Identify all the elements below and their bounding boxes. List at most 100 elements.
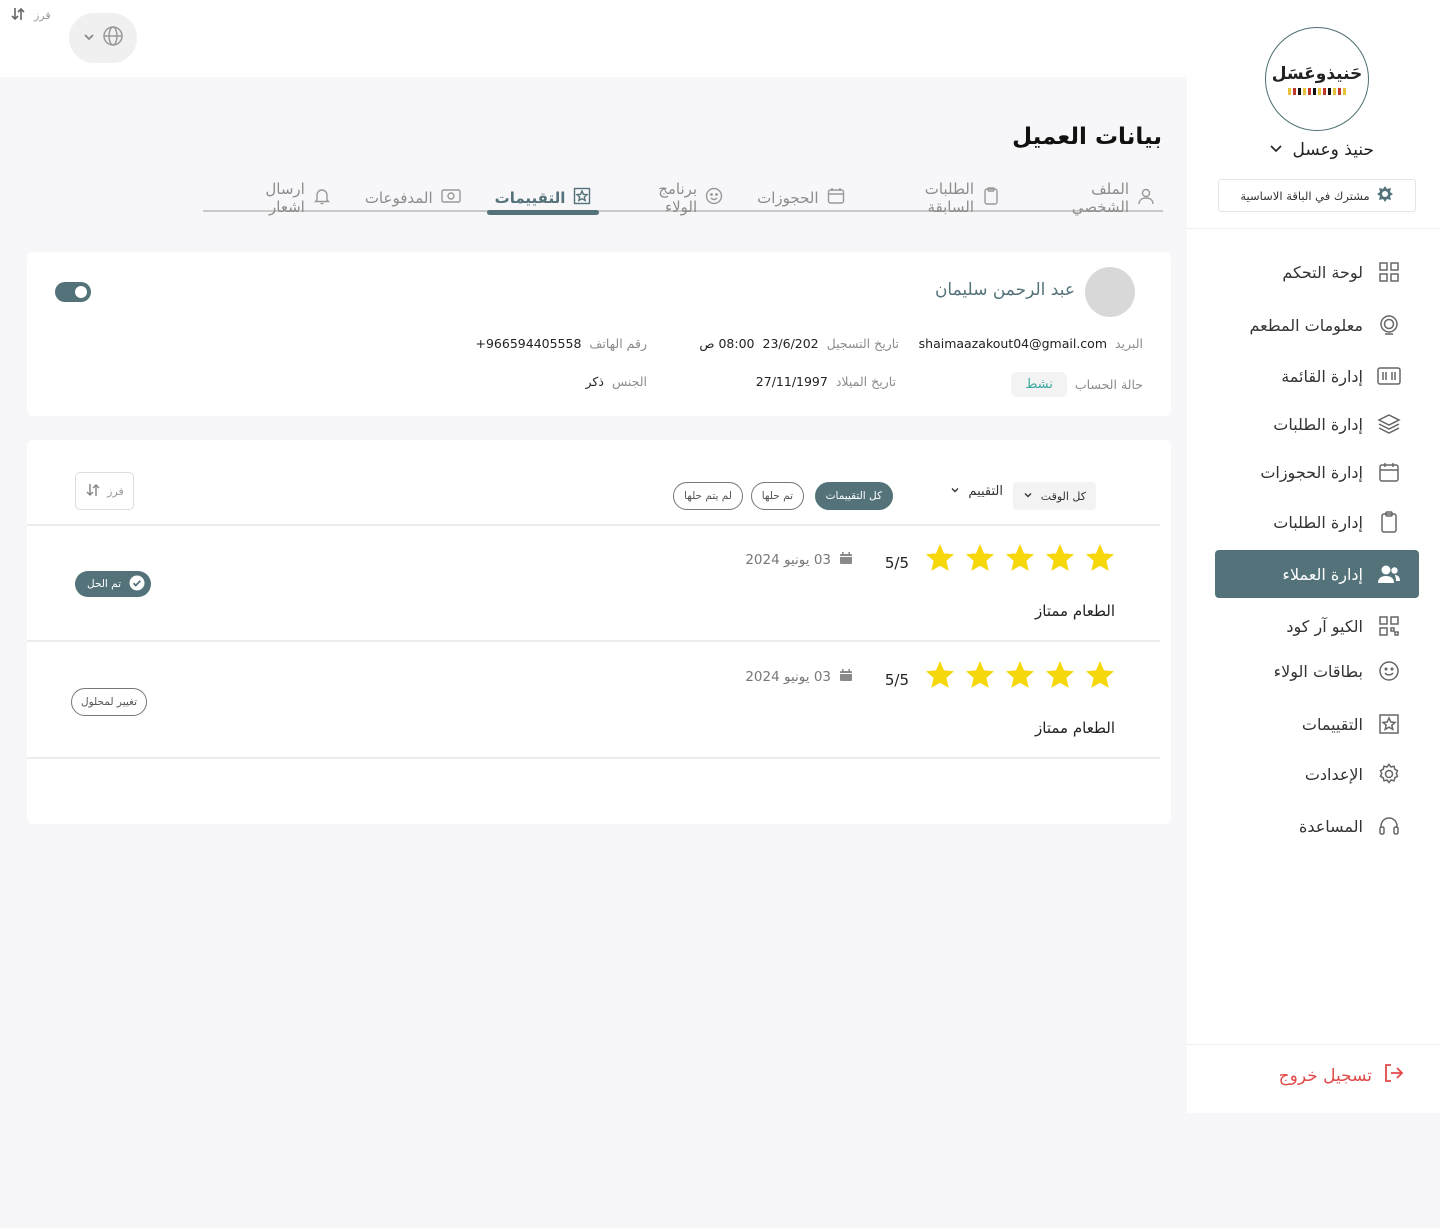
chip-unresolved[interactable]: لم يتم حلها bbox=[673, 482, 743, 510]
chevron-down-icon bbox=[82, 29, 96, 48]
star-icon bbox=[1046, 544, 1074, 571]
gender-info: الجنس ذكر bbox=[586, 374, 647, 389]
registration-info: تاريخ التسجيل 23/6/202 08:00 ص bbox=[699, 336, 899, 351]
star-frame-icon bbox=[1377, 712, 1401, 736]
clipboard-icon bbox=[1377, 510, 1401, 534]
email-value: shaimaazakout04@gmail.com bbox=[918, 336, 1107, 351]
calendar-icon bbox=[827, 187, 845, 209]
tab-profile[interactable]: الملف الشخصي bbox=[1026, 178, 1163, 216]
sidebar: حَنيذوعَسَل حنيذ وعسل مشترك في الباقة ال… bbox=[1187, 0, 1440, 1113]
sidebar-item-requests[interactable]: إدارة الطلبات bbox=[1215, 498, 1419, 546]
sidebar-item-label: إدارة القائمة bbox=[1281, 366, 1363, 386]
email-info: البريد shaimaazakout04@gmail.com bbox=[919, 336, 1143, 351]
star-icon bbox=[1006, 661, 1034, 688]
sidebar-item-customers[interactable]: إدارة العملاء bbox=[1215, 550, 1419, 598]
star-icon bbox=[966, 544, 994, 571]
chevron-down-icon bbox=[950, 484, 960, 499]
review-text: الطعام ممتاز bbox=[1035, 602, 1115, 620]
sidebar-item-qr[interactable]: الكيو آر كود bbox=[1215, 602, 1419, 650]
logout-button[interactable]: تسجيل خروج bbox=[1279, 1062, 1404, 1089]
tab-send-notification[interactable]: ارسال اشعار bbox=[221, 178, 339, 216]
brand-name: حنيذ وعسل bbox=[1292, 140, 1375, 160]
star-icon bbox=[926, 544, 954, 571]
sidebar-item-restaurant-info[interactable]: معلومات المطعم bbox=[1215, 301, 1419, 349]
sidebar-item-orders[interactable]: إدارة الطلبات bbox=[1215, 400, 1419, 448]
review-date: 03 يونيو 2024 bbox=[745, 668, 853, 686]
review-score: 5/5 bbox=[884, 554, 909, 572]
sidebar-item-menu[interactable]: إدارة القائمة bbox=[1215, 352, 1419, 400]
email-label: البريد bbox=[1115, 336, 1143, 351]
star-icon bbox=[926, 661, 954, 688]
mark-resolved-button[interactable]: تغيير لمحلول bbox=[71, 688, 148, 716]
sidebar-item-label: الكيو آر كود bbox=[1286, 616, 1363, 636]
sort-button[interactable]: فرز bbox=[75, 472, 134, 510]
time-filter-label: كل الوقت bbox=[1040, 489, 1086, 503]
menu-icon bbox=[1377, 364, 1401, 388]
restaurant-icon bbox=[1377, 313, 1401, 337]
chevron-down-icon bbox=[1269, 140, 1283, 160]
bell-icon bbox=[313, 187, 331, 209]
sort-label: فرز bbox=[107, 484, 124, 498]
customer-info-card: عبد الرحمن سليمان البريد shaimaazakout04… bbox=[27, 252, 1171, 416]
badge-icon bbox=[1376, 185, 1394, 206]
time-filter-dropdown[interactable]: كل الوقت bbox=[1012, 482, 1096, 510]
review-date: 03 يونيو 2024 bbox=[745, 551, 853, 569]
resolved-button[interactable]: تم الحل bbox=[75, 571, 152, 597]
chip-resolved[interactable]: تم حلها bbox=[750, 482, 804, 510]
tab-loyalty[interactable]: برنامج الولاء bbox=[617, 178, 731, 216]
sidebar-item-label: معلومات المطعم bbox=[1249, 315, 1363, 335]
star-icon bbox=[1086, 661, 1114, 688]
layers-icon bbox=[1377, 412, 1401, 436]
top-sort[interactable]: فرز bbox=[10, 6, 51, 25]
sidebar-item-label: إدارة الطلبات bbox=[1273, 512, 1363, 532]
sidebar-divider bbox=[1187, 1044, 1440, 1045]
registration-time: 08:00 ص bbox=[699, 336, 755, 351]
tab-reservations[interactable]: الحجوزات bbox=[749, 178, 852, 212]
language-switcher[interactable] bbox=[69, 13, 137, 63]
review-date-text: 03 يونيو 2024 bbox=[745, 669, 831, 685]
birth-label: تاريخ الميلاد bbox=[835, 374, 896, 389]
check-circle-icon bbox=[129, 575, 145, 594]
page-title: بيانات العميل bbox=[1012, 124, 1162, 150]
account-active-toggle[interactable] bbox=[55, 282, 91, 302]
phone-info: رقم الهاتف +966594405558 bbox=[476, 336, 648, 351]
brand-dropdown[interactable]: حنيذ وعسل bbox=[1269, 140, 1375, 160]
sidebar-item-label: الإعدادت bbox=[1304, 764, 1363, 784]
review-row: 5/5 03 يونيو 2024 الطعام ممتاز تغيير لمح… bbox=[27, 641, 1171, 758]
star-frame-icon bbox=[573, 187, 591, 209]
rating-filter-dropdown[interactable]: التقييم bbox=[950, 484, 1003, 499]
logo-stripes bbox=[1288, 87, 1346, 95]
sidebar-item-reservations[interactable]: إدارة الحجوزات bbox=[1215, 448, 1419, 496]
sidebar-item-label: التقييمات bbox=[1301, 714, 1363, 734]
sidebar-item-dashboard[interactable]: لوحة التحكم bbox=[1215, 248, 1419, 296]
sidebar-item-label: إدارة العملاء bbox=[1282, 564, 1363, 584]
chip-all-reviews[interactable]: كل التقييمات bbox=[814, 482, 893, 510]
gear-icon bbox=[1377, 762, 1401, 786]
birth-value: 27/11/1997 bbox=[755, 374, 828, 389]
star-icon bbox=[1086, 544, 1114, 571]
sidebar-item-reviews[interactable]: التقييمات bbox=[1215, 700, 1419, 748]
logout-label: تسجيل خروج bbox=[1278, 1065, 1372, 1086]
tab-past-orders[interactable]: الطلبات السابقة bbox=[871, 178, 1008, 216]
sort-icon bbox=[10, 6, 26, 25]
logo-text: حَنيذوعَسَل bbox=[1271, 63, 1363, 84]
cash-icon bbox=[440, 187, 461, 209]
registration-label: تاريخ التسجيل bbox=[826, 336, 899, 351]
calendar-icon bbox=[839, 551, 853, 569]
tab-label: برنامج الولاء bbox=[658, 180, 698, 216]
tab-reviews[interactable]: التقييمات bbox=[486, 178, 600, 215]
tab-label: التقييمات bbox=[494, 189, 566, 207]
sidebar-item-label: إدارة الحجوزات bbox=[1260, 462, 1363, 482]
sidebar-item-settings[interactable]: الإعدادت bbox=[1215, 750, 1419, 798]
tab-label: ارسال اشعار bbox=[265, 180, 305, 216]
account-status-info: حالة الحساب نشط bbox=[1011, 372, 1143, 397]
review-score: 5/5 bbox=[884, 671, 909, 689]
rating-stars bbox=[924, 659, 1116, 691]
status-label: حالة الحساب bbox=[1074, 377, 1143, 392]
sidebar-item-help[interactable]: المساعدة bbox=[1215, 802, 1419, 850]
plan-badge: مشترك في الباقة الاساسية bbox=[1218, 179, 1416, 212]
clipboard-icon bbox=[982, 187, 1000, 209]
sidebar-item-loyalty[interactable]: بطاقات الولاء bbox=[1215, 647, 1419, 695]
tab-payments[interactable]: المدفوعات bbox=[357, 178, 469, 212]
gender-label: الجنس bbox=[611, 374, 647, 389]
